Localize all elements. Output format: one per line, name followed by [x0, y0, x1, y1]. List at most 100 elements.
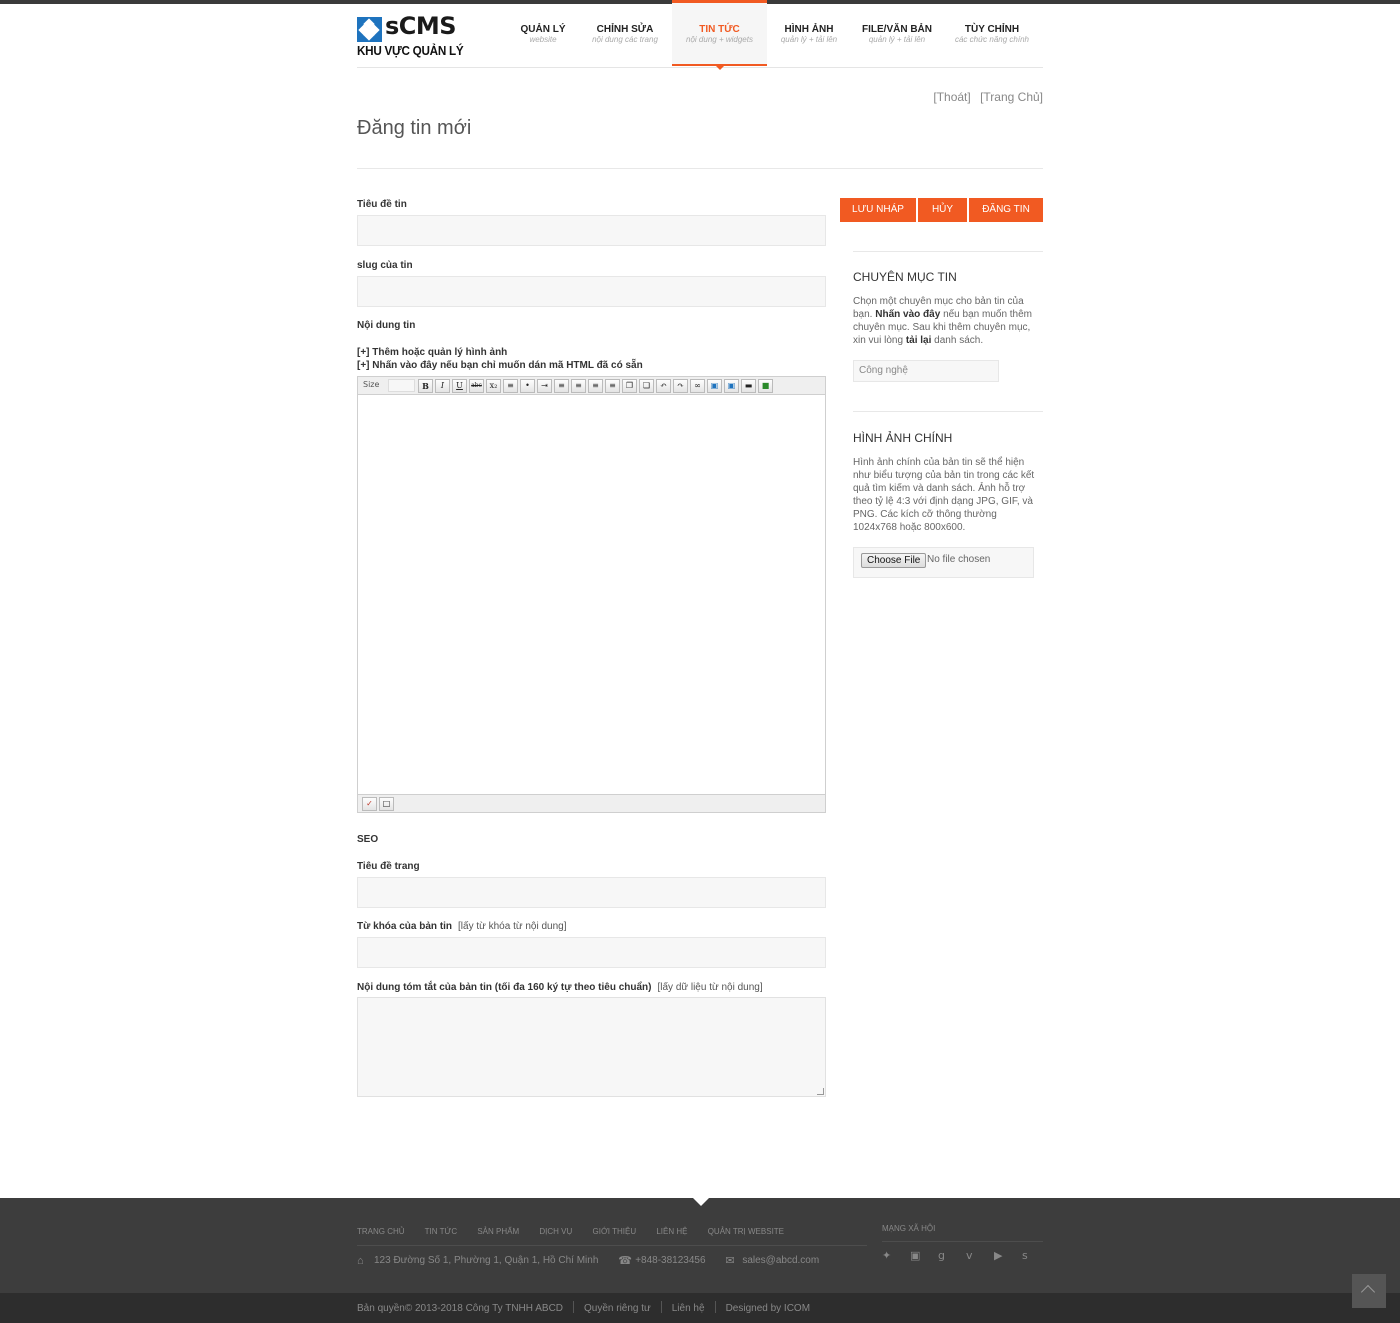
strikethrough-button[interactable]: abc — [469, 379, 484, 393]
nav-item-title: CHỈNH SỬA — [596, 24, 654, 35]
editor-toolbar: Size B I U abc x₂ ≡ • ⇥ ≡ ≡ ≡ ≡ ❐ ❏ ↶ ↷ … — [358, 377, 825, 395]
google-plus-icon[interactable]: g — [938, 1249, 966, 1262]
unordered-list-icon[interactable]: • — [520, 379, 535, 393]
divider — [853, 251, 1043, 252]
footer-link-lien-he[interactable]: LIÊN HỆ — [656, 1227, 687, 1236]
publish-button[interactable]: ĐĂNG TIN — [969, 198, 1043, 222]
page-title-label: Tiêu đề trang — [357, 861, 420, 872]
nav-item-file-van-ban[interactable]: FILE/VĂN BẢN quản lý + tải lên — [857, 4, 937, 66]
keywords-label-text: Từ khóa của bản tin — [357, 921, 453, 932]
nav-item-title: QUẢN LÝ — [520, 24, 566, 35]
file-upload: Choose File No file chosen — [853, 547, 1034, 578]
vimeo-icon[interactable]: v — [966, 1249, 994, 1262]
align-left-icon[interactable]: ≡ — [554, 379, 569, 393]
editor-footer: ✓ □ — [358, 794, 825, 812]
seo-label: SEO — [357, 834, 379, 845]
nav-item-tin-tuc[interactable]: TIN TỨC nội dung + widgets — [672, 0, 767, 70]
contact-link[interactable]: Liên hệ — [672, 1303, 705, 1314]
undo-icon[interactable]: ↶ — [656, 379, 671, 393]
nav-item-hinh-anh[interactable]: HÌNH ẢNH quản lý + tải lên — [775, 4, 843, 66]
italic-button[interactable]: I — [435, 379, 450, 393]
copy-icon[interactable]: ❐ — [622, 379, 637, 393]
size-select[interactable] — [388, 379, 415, 392]
rich-text-editor[interactable]: Size B I U abc x₂ ≡ • ⇥ ≡ ≡ ≡ ≡ ❐ ❏ ↶ ↷ … — [357, 376, 826, 813]
keywords-input[interactable] — [357, 937, 826, 968]
choose-file-button[interactable]: Choose File — [861, 553, 927, 568]
nav-item-subtitle: quản lý + tải lên — [868, 35, 926, 44]
summary-textarea[interactable] — [357, 997, 826, 1097]
footer-link-dich-vu[interactable]: DỊCH VỤ — [539, 1227, 572, 1236]
html-mode-icon[interactable]: □ — [379, 797, 394, 811]
indent-icon[interactable]: ⇥ — [537, 379, 552, 393]
reload-link[interactable]: tải lại — [906, 335, 932, 346]
keywords-hint-link[interactable]: [lấy từ khóa từ nội dung] — [458, 921, 566, 932]
page-title: Đăng tin mới — [357, 117, 472, 139]
summary-hint-link[interactable]: [lấy dữ liệu từ nội dung] — [657, 982, 762, 993]
file-status: No file chosen — [927, 554, 991, 565]
home-link[interactable]: [Trang Chủ] — [980, 90, 1043, 104]
horizontal-rule-icon[interactable]: ▬ — [741, 379, 756, 393]
slug-label: slug của tin — [357, 260, 413, 271]
resize-grip-icon[interactable] — [817, 1088, 824, 1095]
link-icon[interactable]: ∞ — [690, 379, 705, 393]
add-images-link[interactable]: [+] Thêm hoặc quản lý hình ảnh — [357, 346, 643, 359]
title-label: Tiêu đề tin — [357, 199, 407, 210]
underline-button[interactable]: U — [452, 379, 467, 393]
footer-link-quan-tri[interactable]: QUẢN TRỊ WEBSITE — [708, 1227, 784, 1236]
page-title-input[interactable] — [357, 877, 826, 908]
content-label: Nội dung tin — [357, 320, 416, 331]
bold-button[interactable]: B — [418, 379, 433, 393]
featured-image-description: Hình ảnh chính của bản tin sẽ thể hiện n… — [853, 457, 1035, 533]
footer-link-tin-tuc[interactable]: TIN TỨC — [425, 1227, 457, 1236]
footer-link-gioi-thieu[interactable]: GIỚI THIỆU — [593, 1227, 637, 1236]
youtube-icon[interactable]: ▶ — [994, 1249, 1022, 1262]
title-input[interactable] — [357, 215, 826, 246]
facebook-icon[interactable]: ▣ — [910, 1249, 938, 1262]
social-icons: ✦ ▣ g v ▶ s — [882, 1249, 1050, 1262]
nav-item-chinh-sua[interactable]: CHỈNH SỬA nội dung các trang — [587, 4, 663, 66]
paste-icon[interactable]: ❏ — [639, 379, 654, 393]
footer-link-san-pham[interactable]: SẢN PHẨM — [477, 1227, 519, 1236]
add-category-link[interactable]: Nhấn vào đây — [875, 309, 940, 320]
divider — [853, 411, 1043, 412]
category-description: Chọn một chuyên mục cho bản tin của bạn.… — [853, 295, 1038, 347]
insert-icon[interactable]: ■ — [758, 379, 773, 393]
nav-item-title: HÌNH ẢNH — [784, 24, 834, 35]
footer-nav: TRANG CHỦ TIN TỨC SẢN PHẨM DỊCH VỤ GIỚI … — [357, 1227, 802, 1236]
back-to-top-button[interactable] — [1352, 1274, 1386, 1308]
nav-item-title: TIN TỨC — [699, 24, 740, 35]
twitter-icon[interactable]: ✦ — [882, 1249, 910, 1262]
paste-html-link[interactable]: [+] Nhấn vào đây nếu bạn chỉ muốn dán mã… — [357, 359, 643, 372]
category-heading: CHUYÊN MỤC TIN — [853, 270, 957, 284]
nav-item-subtitle: quản lý + tải lên — [780, 35, 838, 44]
save-draft-button[interactable]: LƯU NHÁP — [840, 198, 916, 222]
home-icon: ⌂ — [357, 1255, 364, 1267]
design-mode-icon[interactable]: ✓ — [362, 797, 377, 811]
footer-link-trang-chu[interactable]: TRANG CHỦ — [357, 1227, 405, 1236]
align-center-icon[interactable]: ≡ — [571, 379, 586, 393]
nav-item-quan-ly[interactable]: QUẢN LÝ website — [507, 4, 579, 66]
nav-item-title: TÙY CHỈNH — [964, 24, 1020, 35]
summary-label-text: Nội dung tóm tắt của bản tin (tối đa 160… — [357, 982, 652, 993]
cancel-button[interactable]: HỦY — [918, 198, 967, 222]
social-heading: MẠNG XÃ HỘI — [882, 1224, 936, 1233]
header: sCMS KHU VỰC QUẢN LÝ QUẢN LÝ website CHỈ… — [357, 0, 1043, 70]
nav-item-tuy-chinh[interactable]: TÙY CHỈNH các chức năng chính — [947, 4, 1037, 66]
skype-icon[interactable]: s — [1022, 1249, 1050, 1262]
logout-link[interactable]: [Thoát] — [933, 90, 970, 104]
redo-icon[interactable]: ↷ — [673, 379, 688, 393]
footer-email[interactable]: sales@abcd.com — [742, 1255, 819, 1266]
unlink-icon[interactable]: ▣ — [724, 379, 739, 393]
category-text: danh sách. — [934, 335, 984, 346]
phone-icon: ☎ — [618, 1255, 632, 1267]
nav-item-subtitle: nội dung + widgets — [686, 35, 753, 44]
category-select[interactable]: Công nghệ — [853, 360, 999, 382]
align-justify-icon[interactable]: ≡ — [605, 379, 620, 393]
slug-input[interactable] — [357, 276, 826, 307]
image-icon[interactable]: ▣ — [707, 379, 722, 393]
ordered-list-icon[interactable]: ≡ — [503, 379, 518, 393]
privacy-link[interactable]: Quyền riêng tư — [584, 1303, 651, 1314]
summary-label: Nội dung tóm tắt của bản tin (tối đa 160… — [357, 982, 763, 993]
align-right-icon[interactable]: ≡ — [588, 379, 603, 393]
subscript-button[interactable]: x₂ — [486, 379, 501, 393]
